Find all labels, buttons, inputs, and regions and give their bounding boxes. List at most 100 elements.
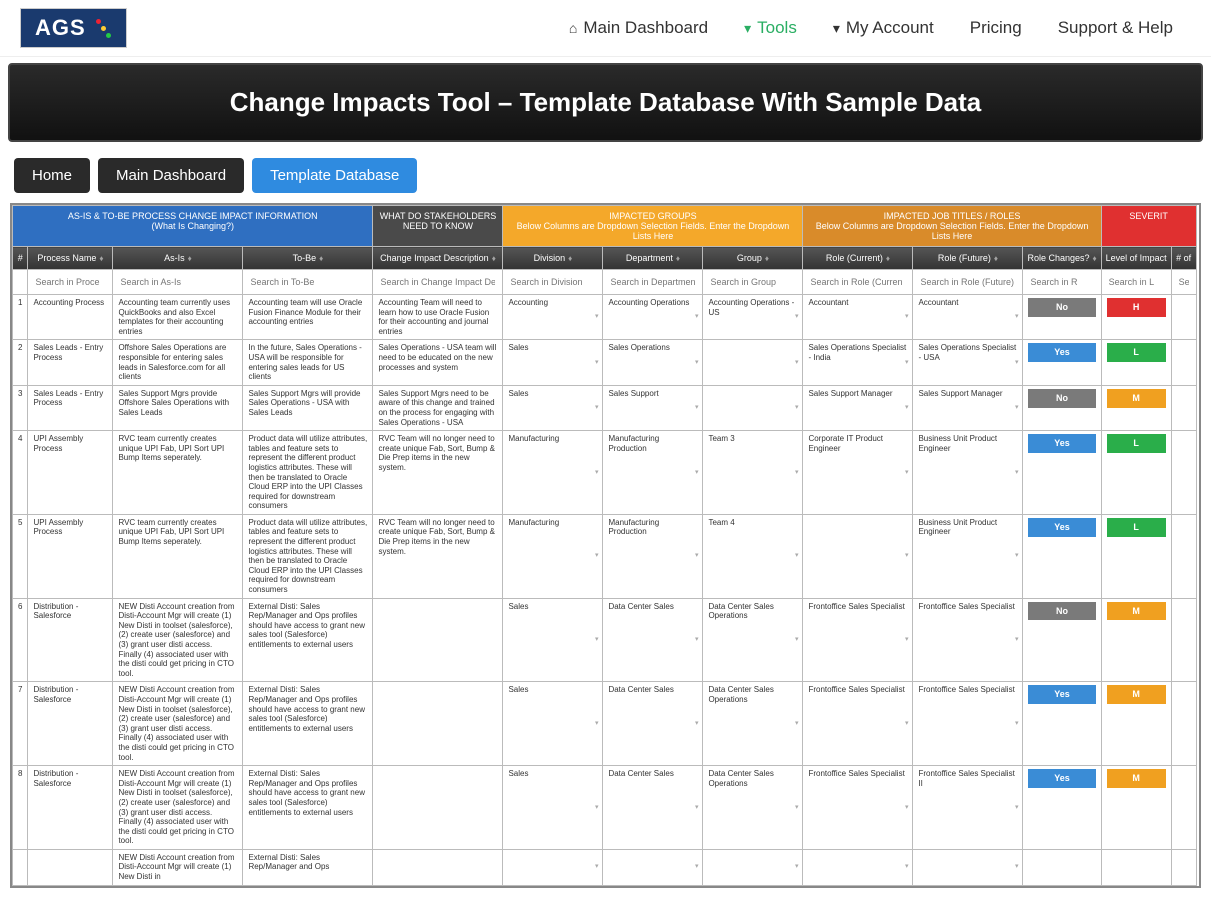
cell-value: Manufacturing Production	[608, 434, 659, 453]
dropdown-cell[interactable]: Manufacturing Production▾	[603, 514, 703, 598]
dropdown-cell[interactable]: ▾	[503, 849, 603, 885]
dropdown-cell[interactable]: ▾	[703, 849, 803, 885]
dropdown-cell[interactable]: ▾	[913, 849, 1023, 885]
search-input[interactable]	[606, 273, 699, 291]
dropdown-cell[interactable]: Sales▾	[503, 766, 603, 850]
search-input[interactable]	[706, 273, 799, 291]
dropdown-cell[interactable]: Sales Operations Specialist - USA▾	[913, 340, 1023, 385]
search-input[interactable]	[1105, 273, 1168, 291]
dropdown-cell[interactable]: Team 4▾	[703, 514, 803, 598]
text-cell: RVC team currently creates unique UPI Fa…	[113, 431, 243, 515]
dropdown-cell[interactable]: Accounting Operations▾	[603, 295, 703, 340]
dropdown-cell[interactable]: Accountant▾	[913, 295, 1023, 340]
nav-my-account[interactable]: ▾My Account	[833, 18, 934, 38]
dropdown-cell[interactable]: Sales Operations Specialist - India▾	[803, 340, 913, 385]
col-header[interactable]: To-Be♦	[243, 247, 373, 270]
text-cell: NEW Disti Account creation from Disti-Ac…	[113, 682, 243, 766]
text-cell	[13, 849, 28, 885]
dropdown-cell[interactable]: Accounting▾	[503, 295, 603, 340]
role-change-badge: Yes	[1028, 343, 1095, 362]
dropdown-cell[interactable]: Sales▾	[503, 598, 603, 682]
dropdown-cell[interactable]: Business Unit Product Engineer▾	[913, 431, 1023, 515]
text-cell	[1171, 295, 1196, 340]
col-header[interactable]: Division♦	[503, 247, 603, 270]
dropdown-cell[interactable]: Data Center Sales Operations▾	[703, 598, 803, 682]
top-nav: AGS ⌂Main Dashboard ▾Tools ▾My Account Pric…	[0, 0, 1211, 57]
dropdown-cell[interactable]: Manufacturing▾	[503, 431, 603, 515]
dropdown-cell[interactable]: Sales▾	[503, 385, 603, 430]
nav-tools[interactable]: ▾Tools	[744, 18, 797, 38]
dropdown-cell[interactable]: Frontoffice Sales Specialist II▾	[913, 766, 1023, 850]
search-input[interactable]	[376, 273, 499, 291]
dropdown-cell[interactable]: Sales Support Manager▾	[913, 385, 1023, 430]
dropdown-cell[interactable]: ▾	[803, 514, 913, 598]
dropdown-cell[interactable]: Sales Support▾	[603, 385, 703, 430]
dropdown-cell[interactable]: ▾	[703, 385, 803, 430]
dropdown-cell[interactable]: Frontoffice Sales Specialist▾	[803, 682, 913, 766]
caret-down-icon: ▾	[595, 636, 599, 644]
search-cell	[1023, 270, 1101, 295]
caret-down-icon: ▾	[905, 468, 909, 476]
dropdown-cell[interactable]: Corporate IT Product Engineer▾	[803, 431, 913, 515]
search-input[interactable]	[506, 273, 599, 291]
table-row: 1Accounting ProcessAccounting team curre…	[13, 295, 1197, 340]
text-cell: Offshore Sales Operations are responsibl…	[113, 340, 243, 385]
text-cell	[1171, 514, 1196, 598]
dropdown-cell[interactable]: ▾	[703, 340, 803, 385]
dropdown-cell[interactable]: Team 3▾	[703, 431, 803, 515]
search-input[interactable]	[246, 273, 369, 291]
dropdown-cell[interactable]: Sales Support Manager▾	[803, 385, 913, 430]
dashboard-button[interactable]: Main Dashboard	[98, 158, 244, 193]
caret-down-icon: ▾	[695, 468, 699, 476]
dropdown-cell[interactable]: Frontoffice Sales Specialist▾	[803, 766, 913, 850]
col-header[interactable]: Department♦	[603, 247, 703, 270]
col-header[interactable]: Change Impact Description♦	[373, 247, 503, 270]
text-cell: Product data will utilize attributes, ta…	[243, 514, 373, 598]
col-header[interactable]: Level of Impact	[1101, 247, 1171, 270]
dropdown-cell[interactable]: Data Center Sales▾	[603, 598, 703, 682]
dropdown-cell[interactable]: Sales▾	[503, 682, 603, 766]
col-header[interactable]: # of	[1171, 247, 1196, 270]
dropdown-cell[interactable]: ▾	[803, 849, 913, 885]
dropdown-cell[interactable]: Data Center Sales▾	[603, 682, 703, 766]
dropdown-cell[interactable]: ▾	[603, 849, 703, 885]
nav-pricing[interactable]: Pricing	[970, 18, 1022, 38]
nav-main-dashboard[interactable]: ⌂Main Dashboard	[569, 18, 708, 38]
search-input[interactable]	[1026, 273, 1097, 291]
search-input[interactable]	[116, 273, 239, 291]
dropdown-cell[interactable]: Data Center Sales▾	[603, 766, 703, 850]
text-cell: 5	[13, 514, 28, 598]
home-button[interactable]: Home	[14, 158, 90, 193]
template-db-button[interactable]: Template Database	[252, 158, 417, 193]
dropdown-cell[interactable]: Data Center Sales Operations▾	[703, 682, 803, 766]
dropdown-cell[interactable]: Accountant▾	[803, 295, 913, 340]
search-input[interactable]	[31, 273, 109, 291]
text-cell: External Disti: Sales Rep/Manager and Op…	[243, 766, 373, 850]
dropdown-cell[interactable]: Manufacturing▾	[503, 514, 603, 598]
sort-icon: ♦	[676, 254, 680, 263]
col-header[interactable]: As-Is♦	[113, 247, 243, 270]
page-header: Change Impacts Tool – Template Database …	[8, 63, 1203, 142]
cell-value: Sales Support	[608, 389, 658, 398]
col-header[interactable]: Process Name♦	[28, 247, 113, 270]
col-header[interactable]: Role (Current)♦	[803, 247, 913, 270]
dropdown-cell[interactable]: Data Center Sales Operations▾	[703, 766, 803, 850]
dropdown-cell[interactable]: Frontoffice Sales Specialist▾	[913, 682, 1023, 766]
dropdown-cell[interactable]: Frontoffice Sales Specialist▾	[913, 598, 1023, 682]
search-input[interactable]	[1175, 273, 1193, 291]
dropdown-cell[interactable]: Frontoffice Sales Specialist▾	[803, 598, 913, 682]
nav-support-help[interactable]: Support & Help	[1058, 18, 1173, 38]
dropdown-cell[interactable]: Manufacturing Production ▾	[603, 431, 703, 515]
logo-text: AGS	[35, 15, 86, 41]
col-header[interactable]: #	[13, 247, 28, 270]
dropdown-cell[interactable]: Business Unit Product Engineer▾	[913, 514, 1023, 598]
col-header[interactable]: Role Changes?♦	[1023, 247, 1101, 270]
search-input[interactable]	[806, 273, 909, 291]
dropdown-cell[interactable]: Accounting Operations - US▾	[703, 295, 803, 340]
dropdown-cell[interactable]: Sales▾	[503, 340, 603, 385]
col-header[interactable]: Role (Future)♦	[913, 247, 1023, 270]
col-header[interactable]: Group♦	[703, 247, 803, 270]
role-change-badge: No	[1028, 389, 1095, 408]
search-input[interactable]	[916, 273, 1019, 291]
dropdown-cell[interactable]: Sales Operations▾	[603, 340, 703, 385]
